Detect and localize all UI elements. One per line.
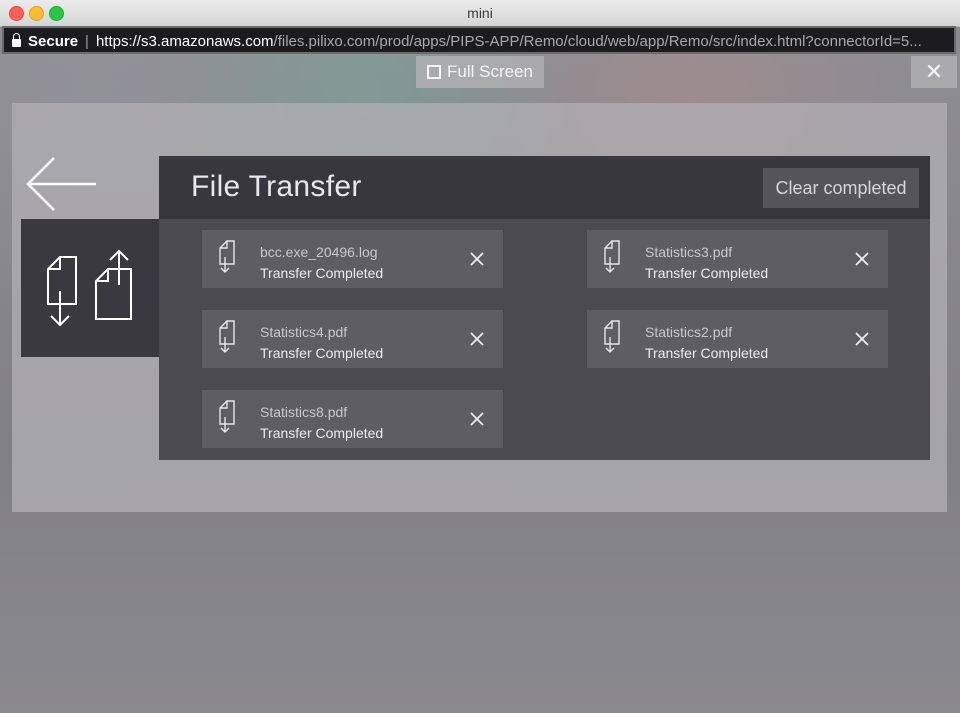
back-button[interactable]: [24, 155, 100, 213]
close-overlay-button[interactable]: ✕: [911, 56, 957, 88]
file-transfer-icon: [47, 249, 132, 327]
arrow-left-icon: [26, 157, 96, 211]
address-bar-content: Secure | https://s3.amazonaws.com/files.…: [12, 31, 922, 51]
file-download-icon: [219, 320, 235, 353]
transfer-file-name: Statistics4.pdf: [260, 324, 348, 340]
file-download-icon: [604, 320, 620, 353]
url-host: https://s3.amazonaws.com: [95, 32, 274, 50]
remove-transfer-icon[interactable]: [468, 410, 486, 428]
fullscreen-button[interactable]: Full Screen: [416, 56, 544, 88]
window-title: mini: [467, 5, 493, 21]
transfer-status: Transfer Completed: [260, 425, 384, 441]
transfer-file-name: Statistics3.pdf: [645, 244, 733, 260]
transfer-status: Transfer Completed: [645, 265, 769, 281]
file-transfer-panel: File Transfer Clear completed bcc.exe_20…: [159, 156, 930, 460]
file-transfer-header: File Transfer Clear completed: [159, 156, 930, 219]
transfer-status: Transfer Completed: [260, 265, 384, 281]
address-bar[interactable]: Secure | https://s3.amazonaws.com/files.…: [2, 26, 956, 54]
transfer-file-name: Statistics2.pdf: [645, 324, 733, 340]
transfer-item: Statistics2.pdf Transfer Completed: [587, 310, 888, 368]
transfer-file-name: Statistics8.pdf: [260, 404, 348, 420]
fullscreen-icon: [427, 65, 441, 79]
file-transfer-title: File Transfer: [191, 170, 362, 203]
lock-icon: [12, 33, 21, 47]
transfer-item: Statistics4.pdf Transfer Completed: [202, 310, 503, 368]
transfer-status: Transfer Completed: [260, 345, 384, 361]
transfer-status: Transfer Completed: [645, 345, 769, 361]
remove-transfer-icon[interactable]: [468, 330, 486, 348]
transfer-item: Statistics8.pdf Transfer Completed: [202, 390, 503, 448]
close-icon: ✕: [924, 59, 944, 84]
page-content: Full Screen ✕ File Transfer Clear comple…: [0, 54, 960, 713]
fullscreen-label: Full Screen: [447, 62, 533, 81]
remove-transfer-icon[interactable]: [853, 250, 871, 268]
clear-completed-button[interactable]: Clear completed: [763, 168, 919, 208]
url-path: /files.pilixo.com/prod/apps/PIPS-APP/Rem…: [273, 32, 922, 50]
secure-label: Secure: [28, 32, 79, 50]
file-download-icon: [219, 240, 235, 273]
title-bar: mini: [0, 0, 960, 27]
browser-window: mini Secure | https://s3.amazonaws.com/f…: [0, 0, 960, 713]
file-transfer-tab[interactable]: [21, 219, 161, 357]
remove-transfer-icon[interactable]: [853, 330, 871, 348]
remove-transfer-icon[interactable]: [468, 250, 486, 268]
transfer-item: bcc.exe_20496.log Transfer Completed: [202, 230, 503, 288]
remote-panel: File Transfer Clear completed bcc.exe_20…: [12, 103, 947, 512]
transfer-item: Statistics3.pdf Transfer Completed: [587, 230, 888, 288]
file-download-icon: [604, 240, 620, 273]
transfer-file-name: bcc.exe_20496.log: [260, 244, 378, 260]
url-separator: |: [85, 32, 89, 50]
file-download-icon: [219, 400, 235, 433]
